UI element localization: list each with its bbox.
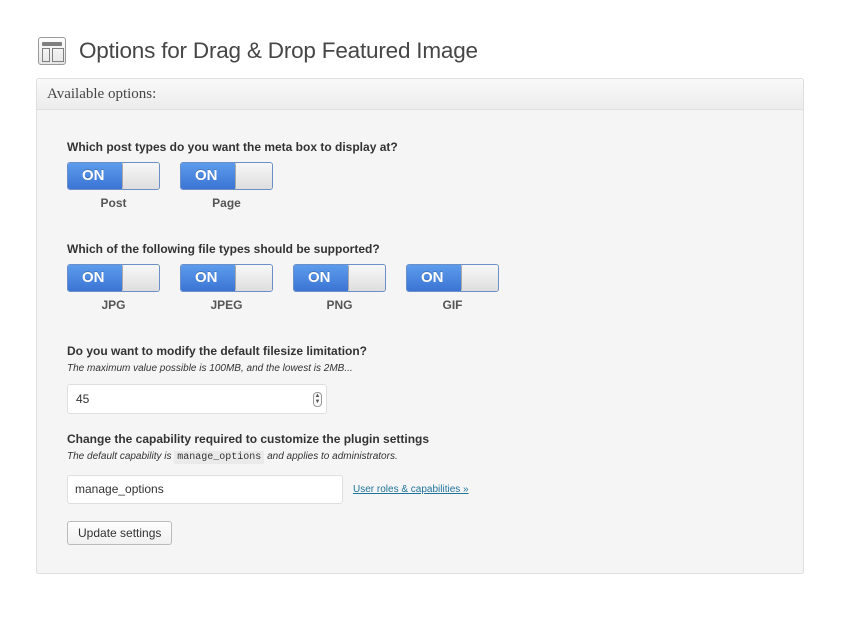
toggle-label: JPEG bbox=[210, 298, 243, 312]
post-types-question: Which post types do you want the meta bo… bbox=[67, 140, 398, 154]
toggle-knob bbox=[122, 265, 159, 291]
jpeg-toggle[interactable]: ON bbox=[180, 264, 273, 292]
options-panel: Available options: Which post types do y… bbox=[36, 78, 804, 574]
filesize-question: Do you want to modify the default filesi… bbox=[67, 344, 368, 358]
toggle-label: Page bbox=[212, 196, 241, 210]
toggle-label: PNG bbox=[326, 298, 353, 312]
toggle-label: GIF bbox=[442, 298, 463, 312]
jpg-toggle[interactable]: ON bbox=[67, 264, 160, 292]
page-header: Options for Drag & Drop Featured Image bbox=[38, 34, 478, 68]
capability-input[interactable]: manage_options bbox=[67, 475, 343, 504]
file-types-section: Which of the following file types should… bbox=[67, 242, 519, 312]
filesize-section: Do you want to modify the default filesi… bbox=[67, 344, 367, 414]
options-page-icon bbox=[38, 37, 66, 65]
png-toggle[interactable]: ON bbox=[293, 264, 386, 292]
toggle-label: Post bbox=[100, 196, 127, 210]
toggle-knob bbox=[122, 163, 159, 189]
file-types-question: Which of the following file types should… bbox=[67, 242, 380, 256]
post-type-page: ON Page bbox=[180, 162, 293, 210]
filesize-hint: The maximum value possible is 100MB, and… bbox=[67, 363, 353, 374]
file-type-jpg: ON JPG bbox=[67, 264, 180, 312]
update-settings-button[interactable]: Update settings bbox=[67, 521, 173, 545]
toggle-knob bbox=[235, 163, 272, 189]
filesize-input[interactable]: 45 ▲ ▼ bbox=[67, 384, 327, 414]
filesize-value: 45 bbox=[76, 392, 90, 406]
capability-section: Change the capability required to custom… bbox=[67, 432, 469, 504]
file-type-png: ON PNG bbox=[293, 264, 406, 312]
toggle-label: JPG bbox=[101, 298, 126, 312]
user-roles-link[interactable]: User roles & capabilities » bbox=[353, 484, 469, 495]
capability-hint: The default capability is manage_options… bbox=[67, 451, 469, 464]
gif-toggle[interactable]: ON bbox=[406, 264, 499, 292]
hint-text-before: The default capability is bbox=[67, 451, 172, 462]
toggle-knob bbox=[461, 265, 498, 291]
toggle-on-label: ON bbox=[181, 265, 235, 291]
hint-text-after: and applies to administrators. bbox=[267, 451, 398, 462]
page-title: Options for Drag & Drop Featured Image bbox=[79, 38, 478, 63]
toggle-on-label: ON bbox=[294, 265, 348, 291]
spinner-arrows-icon[interactable]: ▲ ▼ bbox=[313, 392, 322, 407]
toggle-knob bbox=[348, 265, 385, 291]
toggle-on-label: ON bbox=[181, 163, 235, 189]
post-types-section: Which post types do you want the meta bo… bbox=[67, 140, 398, 210]
toggle-on-label: ON bbox=[407, 265, 461, 291]
panel-heading: Available options: bbox=[37, 79, 803, 110]
capability-question: Change the capability required to custom… bbox=[67, 432, 430, 446]
toggle-on-label: ON bbox=[68, 265, 122, 291]
hint-code: manage_options bbox=[174, 451, 265, 464]
file-type-gif: ON GIF bbox=[406, 264, 519, 312]
file-type-jpeg: ON JPEG bbox=[180, 264, 293, 312]
page-toggle[interactable]: ON bbox=[180, 162, 273, 190]
post-type-post: ON Post bbox=[67, 162, 180, 210]
toggle-on-label: ON bbox=[68, 163, 122, 189]
post-toggle[interactable]: ON bbox=[67, 162, 160, 190]
toggle-knob bbox=[235, 265, 272, 291]
